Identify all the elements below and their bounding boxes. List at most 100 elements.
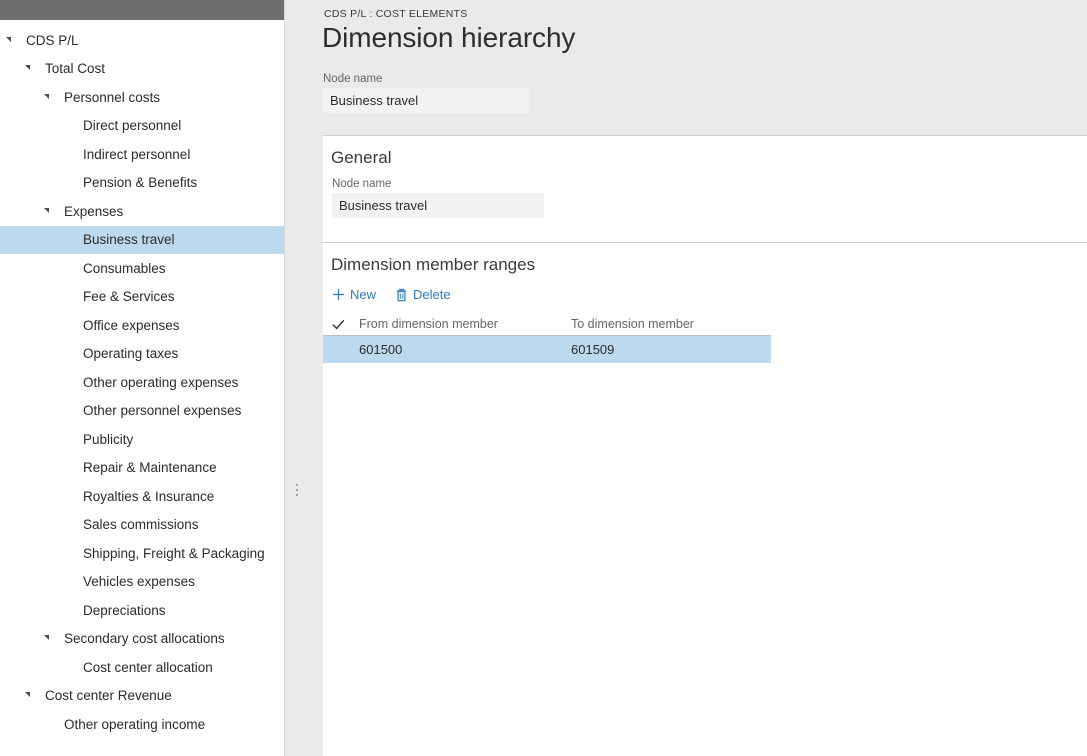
tree-spacer-icon (61, 119, 74, 132)
plus-icon (331, 288, 345, 302)
hierarchy-tree-pane: CDS P/L Total Cost Personnel costs Direct p… (0, 0, 285, 756)
general-node-name-input[interactable] (332, 193, 544, 218)
general-section-spacer (323, 218, 1087, 230)
tree-node-label: Sales commissions (74, 518, 199, 532)
tree-node-direct-personnel[interactable]: Direct personnel (0, 112, 284, 141)
tree-node-sales-commissions[interactable]: Sales commissions (0, 511, 284, 540)
chevron-down-icon[interactable] (23, 689, 36, 702)
tree-node-label: Direct personnel (74, 119, 181, 133)
tree-spacer-icon (61, 490, 74, 503)
page-header: CDS P/L : COST ELEMENTS Dimension hierar… (309, 0, 1087, 127)
tree-node-vehicles-expenses[interactable]: Vehicles expenses (0, 568, 284, 597)
tree-node-royalties-insurance[interactable]: Royalties & Insurance (0, 482, 284, 511)
tree-node-secondary-cost-allocations[interactable]: Secondary cost allocations (0, 625, 284, 654)
tree-node-label: Consumables (74, 262, 166, 276)
tree-spacer-icon (61, 148, 74, 161)
ranges-grid-body: 601500601509 (323, 336, 771, 363)
tree-node-repair-maintenance[interactable]: Repair & Maintenance (0, 454, 284, 483)
tree-spacer-icon (61, 433, 74, 446)
column-header-to[interactable]: To dimension member (565, 317, 771, 331)
tree-node-pension-benefits[interactable]: Pension & Benefits (0, 169, 284, 198)
tree-node-indirect-personnel[interactable]: Indirect personnel (0, 140, 284, 169)
tree-node-label: Total Cost (36, 62, 105, 76)
tree-node-label: Shipping, Freight & Packaging (74, 547, 265, 561)
header-node-name-input[interactable] (323, 88, 529, 113)
tree-node-expenses[interactable]: Expenses (0, 197, 284, 226)
header-node-name-field: Node name (323, 73, 1087, 113)
new-button[interactable]: New (331, 287, 376, 302)
app-root: CDS P/L Total Cost Personnel costs Direct p… (0, 0, 1087, 756)
tree-spacer-icon (61, 461, 74, 474)
tree-node-label: Business travel (74, 233, 175, 247)
tree-node-cds-p-l[interactable]: CDS P/L (0, 26, 284, 55)
tree-spacer-icon (61, 661, 74, 674)
tree-node-total-cost[interactable]: Total Cost (0, 55, 284, 84)
tree-node-label: Personnel costs (55, 91, 160, 105)
splitter-grip-icon[interactable] (296, 484, 298, 496)
select-all-checkmark-icon[interactable] (323, 319, 353, 330)
column-header-from[interactable]: From dimension member (353, 317, 565, 331)
tree-node-label: Pension & Benefits (74, 176, 197, 190)
tree-node-publicity[interactable]: Publicity (0, 425, 284, 454)
tree-spacer-icon (61, 404, 74, 417)
header-node-name-label: Node name (323, 73, 1087, 85)
tree-node-label: Operating taxes (74, 347, 178, 361)
tree-node-cost-center-revenue[interactable]: Cost center Revenue (0, 682, 284, 711)
table-row[interactable]: 601500601509 (323, 336, 771, 363)
tree-node-personnel-costs[interactable]: Personnel costs (0, 83, 284, 112)
tree-spacer-icon (61, 347, 74, 360)
general-section-title: General (323, 136, 1087, 169)
new-button-label: New (350, 287, 376, 302)
tree-spacer-icon (42, 718, 55, 731)
tree-spacer-icon (61, 290, 74, 303)
tree-node-other-personnel-expenses[interactable]: Other personnel expenses (0, 397, 284, 426)
tree-node-business-travel[interactable]: Business travel (0, 226, 284, 255)
general-node-name-label: Node name (332, 178, 1087, 190)
ranges-grid-header: From dimension member To dimension membe… (323, 313, 771, 336)
chevron-down-icon[interactable] (42, 632, 55, 645)
tree-pane-titlebar (0, 0, 285, 20)
tree-spacer-icon (61, 604, 74, 617)
tree-spacer-icon (61, 319, 74, 332)
tree-node-depreciations[interactable]: Depreciations (0, 596, 284, 625)
tree-node-label: Repair & Maintenance (74, 461, 217, 475)
tree-spacer-icon (61, 547, 74, 560)
tree-node-label: Expenses (55, 205, 123, 219)
tree-node-label: Cost center allocation (74, 661, 213, 675)
tree-spacer-icon (61, 233, 74, 246)
tree-spacer-icon (61, 176, 74, 189)
pane-splitter[interactable] (285, 0, 309, 756)
tree-node-label: Royalties & Insurance (74, 490, 214, 504)
tree-node-operating-taxes[interactable]: Operating taxes (0, 340, 284, 369)
delete-button-label: Delete (413, 287, 451, 302)
main-content: CDS P/L : COST ELEMENTS Dimension hierar… (309, 0, 1087, 756)
tree-node-office-expenses[interactable]: Office expenses (0, 311, 284, 340)
chevron-down-icon[interactable] (42, 205, 55, 218)
tree-node-shipping-freight-packaging[interactable]: Shipping, Freight & Packaging (0, 539, 284, 568)
tree-node-consumables[interactable]: Consumables (0, 254, 284, 283)
delete-button[interactable]: Delete (394, 287, 451, 302)
tree-node-label: Depreciations (74, 604, 166, 618)
chevron-down-icon[interactable] (4, 34, 17, 47)
page-title: Dimension hierarchy (322, 21, 1087, 55)
tree-node-label: Other operating income (55, 718, 205, 732)
cell-from-dimension-member[interactable]: 601500 (353, 342, 565, 357)
ranges-grid: From dimension member To dimension membe… (323, 313, 771, 363)
breadcrumb: CDS P/L : COST ELEMENTS (324, 8, 1087, 20)
details-panel: General Node name Dimension member range… (323, 135, 1087, 756)
ranges-section-title: Dimension member ranges (323, 243, 1087, 276)
hierarchy-tree[interactable]: CDS P/L Total Cost Personnel costs Direct p… (0, 20, 284, 739)
tree-node-fee-services[interactable]: Fee & Services (0, 283, 284, 312)
tree-spacer-icon (61, 262, 74, 275)
tree-node-label: Other operating expenses (74, 376, 238, 390)
tree-node-label: Cost center Revenue (36, 689, 172, 703)
tree-node-other-operating-expenses[interactable]: Other operating expenses (0, 368, 284, 397)
tree-spacer-icon (61, 518, 74, 531)
tree-node-other-operating-income[interactable]: Other operating income (0, 710, 284, 739)
tree-node-cost-center-allocation[interactable]: Cost center allocation (0, 653, 284, 682)
tree-node-label: Office expenses (74, 319, 180, 333)
cell-to-dimension-member[interactable]: 601509 (565, 342, 771, 357)
chevron-down-icon[interactable] (23, 62, 36, 75)
chevron-down-icon[interactable] (42, 91, 55, 104)
general-section: General Node name (323, 136, 1087, 230)
